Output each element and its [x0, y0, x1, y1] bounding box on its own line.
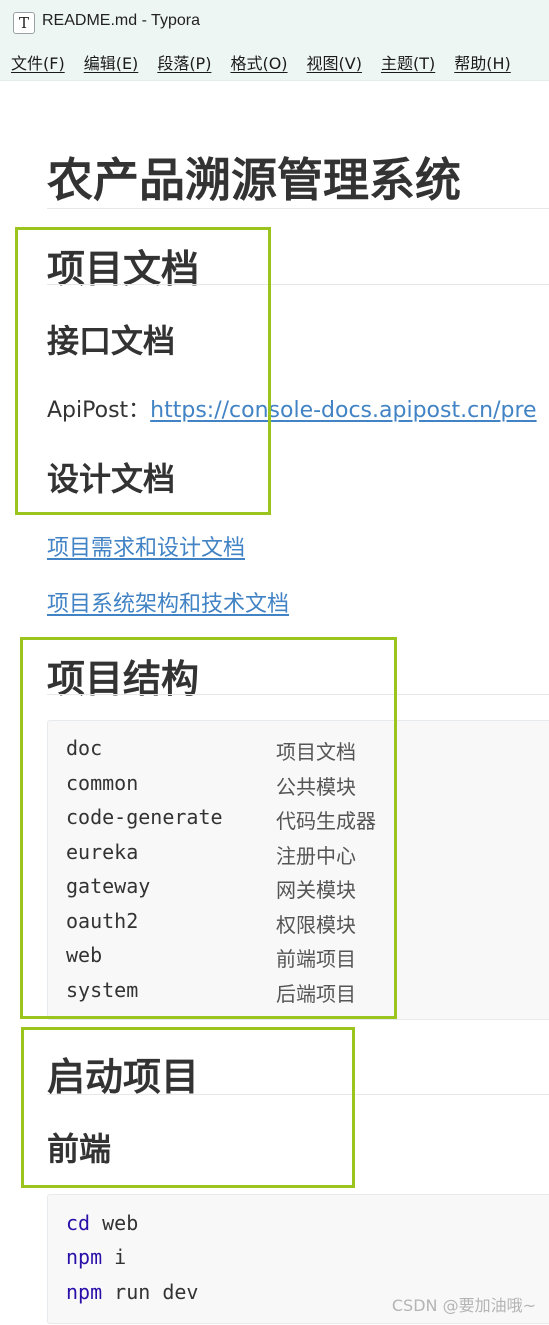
architecture-doc-link[interactable]: 项目系统架构和技术文档 — [47, 592, 289, 617]
project-docs-divider — [47, 284, 549, 285]
api-paragraph: ApiPost：https://console-docs.apipost.cn/… — [47, 392, 537, 424]
menu-themes[interactable]: 主题(T) — [370, 50, 435, 74]
menu-help[interactable]: 帮助(H) — [443, 50, 511, 74]
code-args: run dev — [102, 1280, 199, 1304]
code-line: oauth2 — [66, 909, 139, 933]
heading-frontend: 前端 — [47, 1130, 112, 1168]
code-comment: 后端项目 — [276, 982, 356, 1006]
window-title: README.md - Typora — [42, 12, 200, 29]
menu-paragraph[interactable]: 段落(P) — [146, 50, 211, 74]
typora-app-icon: T — [13, 12, 35, 34]
code-line: doc — [66, 736, 103, 760]
code-line: eureka — [66, 840, 139, 864]
code-keyword: npm — [66, 1280, 103, 1304]
code-line: code-generate — [66, 805, 223, 829]
apipost-link[interactable]: https://console-docs.apipost.cn/pre — [150, 398, 536, 423]
code-keyword: cd — [66, 1211, 91, 1235]
code-args: i — [102, 1245, 127, 1269]
code-line: cd web — [66, 1211, 138, 1235]
requirements-doc-link[interactable]: 项目需求和设计文档 — [47, 536, 245, 561]
menu-format[interactable]: 格式(O) — [219, 50, 287, 74]
code-comment: 公共模块 — [276, 775, 356, 799]
menu-edit[interactable]: 编辑(E) — [73, 50, 139, 74]
code-keyword: npm — [66, 1245, 103, 1269]
heading-design-docs: 设计文档 — [47, 460, 176, 498]
startup-divider — [47, 1094, 549, 1095]
code-comment: 项目文档 — [276, 740, 356, 764]
document-title: 农产品溯源管理系统 — [47, 153, 461, 207]
code-line: system — [66, 978, 139, 1002]
code-line: web — [66, 943, 103, 967]
code-line: gateway — [66, 874, 151, 898]
link-paragraph: 项目系统架构和技术文档 — [47, 586, 289, 618]
menu-view[interactable]: 视图(V) — [296, 50, 362, 74]
heading-startup: 启动项目 — [47, 1055, 200, 1099]
heading-api-docs: 接口文档 — [47, 322, 176, 360]
title-bar: T README.md - Typora — [0, 0, 549, 44]
code-comment: 注册中心 — [276, 844, 356, 868]
code-comment: 网关模块 — [276, 878, 356, 902]
api-label: ApiPost： — [47, 398, 151, 423]
code-comment: 权限模块 — [276, 913, 356, 937]
title-divider — [47, 208, 549, 209]
csdn-watermark: CSDN @要加油哦~ — [391, 1296, 536, 1315]
editor-document[interactable]: 农产品溯源管理系统 项目文档 接口文档 ApiPost：https://cons… — [0, 80, 549, 1325]
structure-divider — [47, 694, 549, 695]
code-comment: 代码生成器 — [276, 809, 376, 833]
code-line: npm i — [66, 1245, 126, 1269]
code-line: common — [66, 771, 139, 795]
code-args: web — [90, 1211, 139, 1235]
link-paragraph: 项目需求和设计文档 — [47, 530, 245, 562]
menu-file[interactable]: 文件(F) — [0, 50, 65, 74]
menu-bar: 文件(F) 编辑(E) 段落(P) 格式(O) 视图(V) 主题(T) 帮助(H… — [0, 44, 549, 81]
code-line: npm run dev — [66, 1280, 198, 1304]
structure-code-block[interactable]: doc 项目文档 common 公共模块 code-generate 代码生成器… — [47, 720, 549, 1020]
code-comment: 前端项目 — [276, 947, 356, 971]
